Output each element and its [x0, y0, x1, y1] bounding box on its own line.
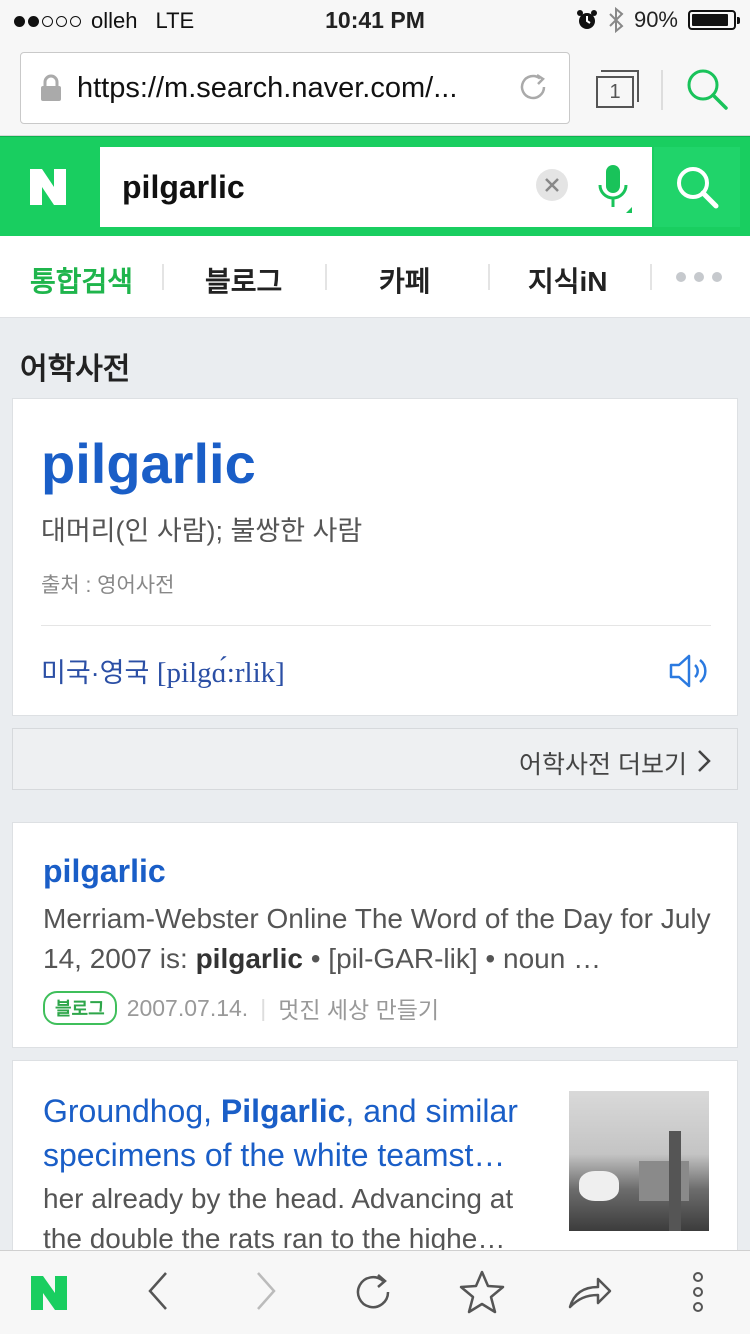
- blog-result: pilgarlic Merriam-Webster Online The Wor…: [12, 822, 738, 1048]
- tab-count: 1: [596, 76, 634, 108]
- divider: [162, 264, 164, 290]
- divider: [325, 264, 327, 290]
- more-tabs-icon[interactable]: [676, 272, 722, 282]
- pronunciation-label: 미국·영국: [41, 658, 150, 688]
- source-badge: 블로그: [43, 991, 117, 1025]
- search-icon[interactable]: [684, 66, 730, 112]
- dictionary-more-button[interactable]: 어학사전 더보기: [12, 728, 738, 790]
- bookmark-star-icon[interactable]: [458, 1269, 506, 1315]
- dictionary-card: pilgarlic 대머리(인 사람); 불쌍한 사람 출처 : 영어사전 미국…: [12, 398, 738, 716]
- result-date: 2007.07.14.: [126, 994, 249, 1021]
- tab-knowledge-in[interactable]: 지식iN: [528, 260, 608, 300]
- chevron-right-icon: [698, 750, 711, 772]
- naver-logo[interactable]: [28, 167, 68, 207]
- section-title: 어학사전: [20, 353, 131, 386]
- share-icon[interactable]: [566, 1269, 614, 1315]
- more-label: 어학사전 더보기: [519, 751, 687, 779]
- browser-address-bar: https://m.search.naver.com/... 1: [0, 40, 750, 136]
- divider: [41, 625, 711, 626]
- browser-toolbar: [0, 1250, 750, 1334]
- back-icon[interactable]: [146, 1269, 170, 1313]
- battery-icon: [688, 10, 740, 30]
- naver-home-icon[interactable]: [30, 1275, 68, 1311]
- speaker-icon[interactable]: [667, 651, 711, 691]
- web-result: Groundhog, Pilgarlic, and similar specim…: [12, 1060, 738, 1260]
- search-query: pilgarlic: [122, 169, 245, 205]
- alarm-icon: [576, 10, 597, 29]
- result-title[interactable]: pilgarlic: [43, 853, 166, 890]
- search-input[interactable]: pilgarlic: [100, 147, 652, 227]
- divider: [661, 70, 663, 110]
- reload-icon[interactable]: [515, 69, 551, 105]
- more-menu-icon[interactable]: [688, 1269, 708, 1315]
- dictionary-meaning: 대머리(인 사람); 불쌍한 사람: [41, 516, 363, 546]
- dictionary-source: 출처 : 영어사전: [41, 574, 175, 597]
- bluetooth-icon: [609, 7, 624, 33]
- naver-search-header: pilgarlic: [0, 136, 750, 236]
- tab-cafe[interactable]: 카페: [379, 260, 431, 300]
- tabs-button[interactable]: 1: [596, 70, 639, 108]
- url-field[interactable]: https://m.search.naver.com/...: [20, 52, 570, 124]
- divider: [650, 264, 652, 290]
- tab-integrated-search[interactable]: 통합검색: [30, 260, 133, 300]
- microphone-icon[interactable]: [594, 161, 634, 217]
- url-text: https://m.search.naver.com/...: [77, 71, 458, 104]
- result-title[interactable]: Groundhog, Pilgarlic, and similar specim…: [43, 1089, 553, 1177]
- battery-percent: 90%: [633, 7, 678, 32]
- dictionary-word[interactable]: pilgarlic: [41, 431, 256, 496]
- search-icon: [677, 167, 719, 209]
- divider: [488, 264, 490, 290]
- pronunciation-ipa: [pilgɑ́:rlik]: [156, 657, 285, 689]
- tab-blog[interactable]: 블로그: [205, 260, 282, 300]
- result-thumbnail[interactable]: [569, 1091, 709, 1231]
- status-bar: olleh LTE 10:41 PM 90%: [0, 0, 750, 40]
- clear-icon[interactable]: [536, 169, 568, 201]
- blog-name[interactable]: 멋진 세상 만들기: [278, 991, 439, 1025]
- search-button[interactable]: [654, 147, 740, 227]
- result-meta: 블로그 2007.07.14. | 멋진 세상 만들기: [43, 991, 439, 1025]
- result-description: Merriam-Webster Online The Word of the D…: [43, 903, 711, 974]
- reload-icon[interactable]: [350, 1269, 396, 1315]
- search-tab-menu: 통합검색 블로그 카페 지식iN: [0, 236, 750, 318]
- result-description: her already by the head. Advancing at th…: [43, 1183, 514, 1254]
- lock-icon: [41, 74, 61, 101]
- pronunciation: 미국·영국 [pilgɑ́:rlik]: [41, 651, 285, 690]
- forward-icon[interactable]: [254, 1269, 278, 1313]
